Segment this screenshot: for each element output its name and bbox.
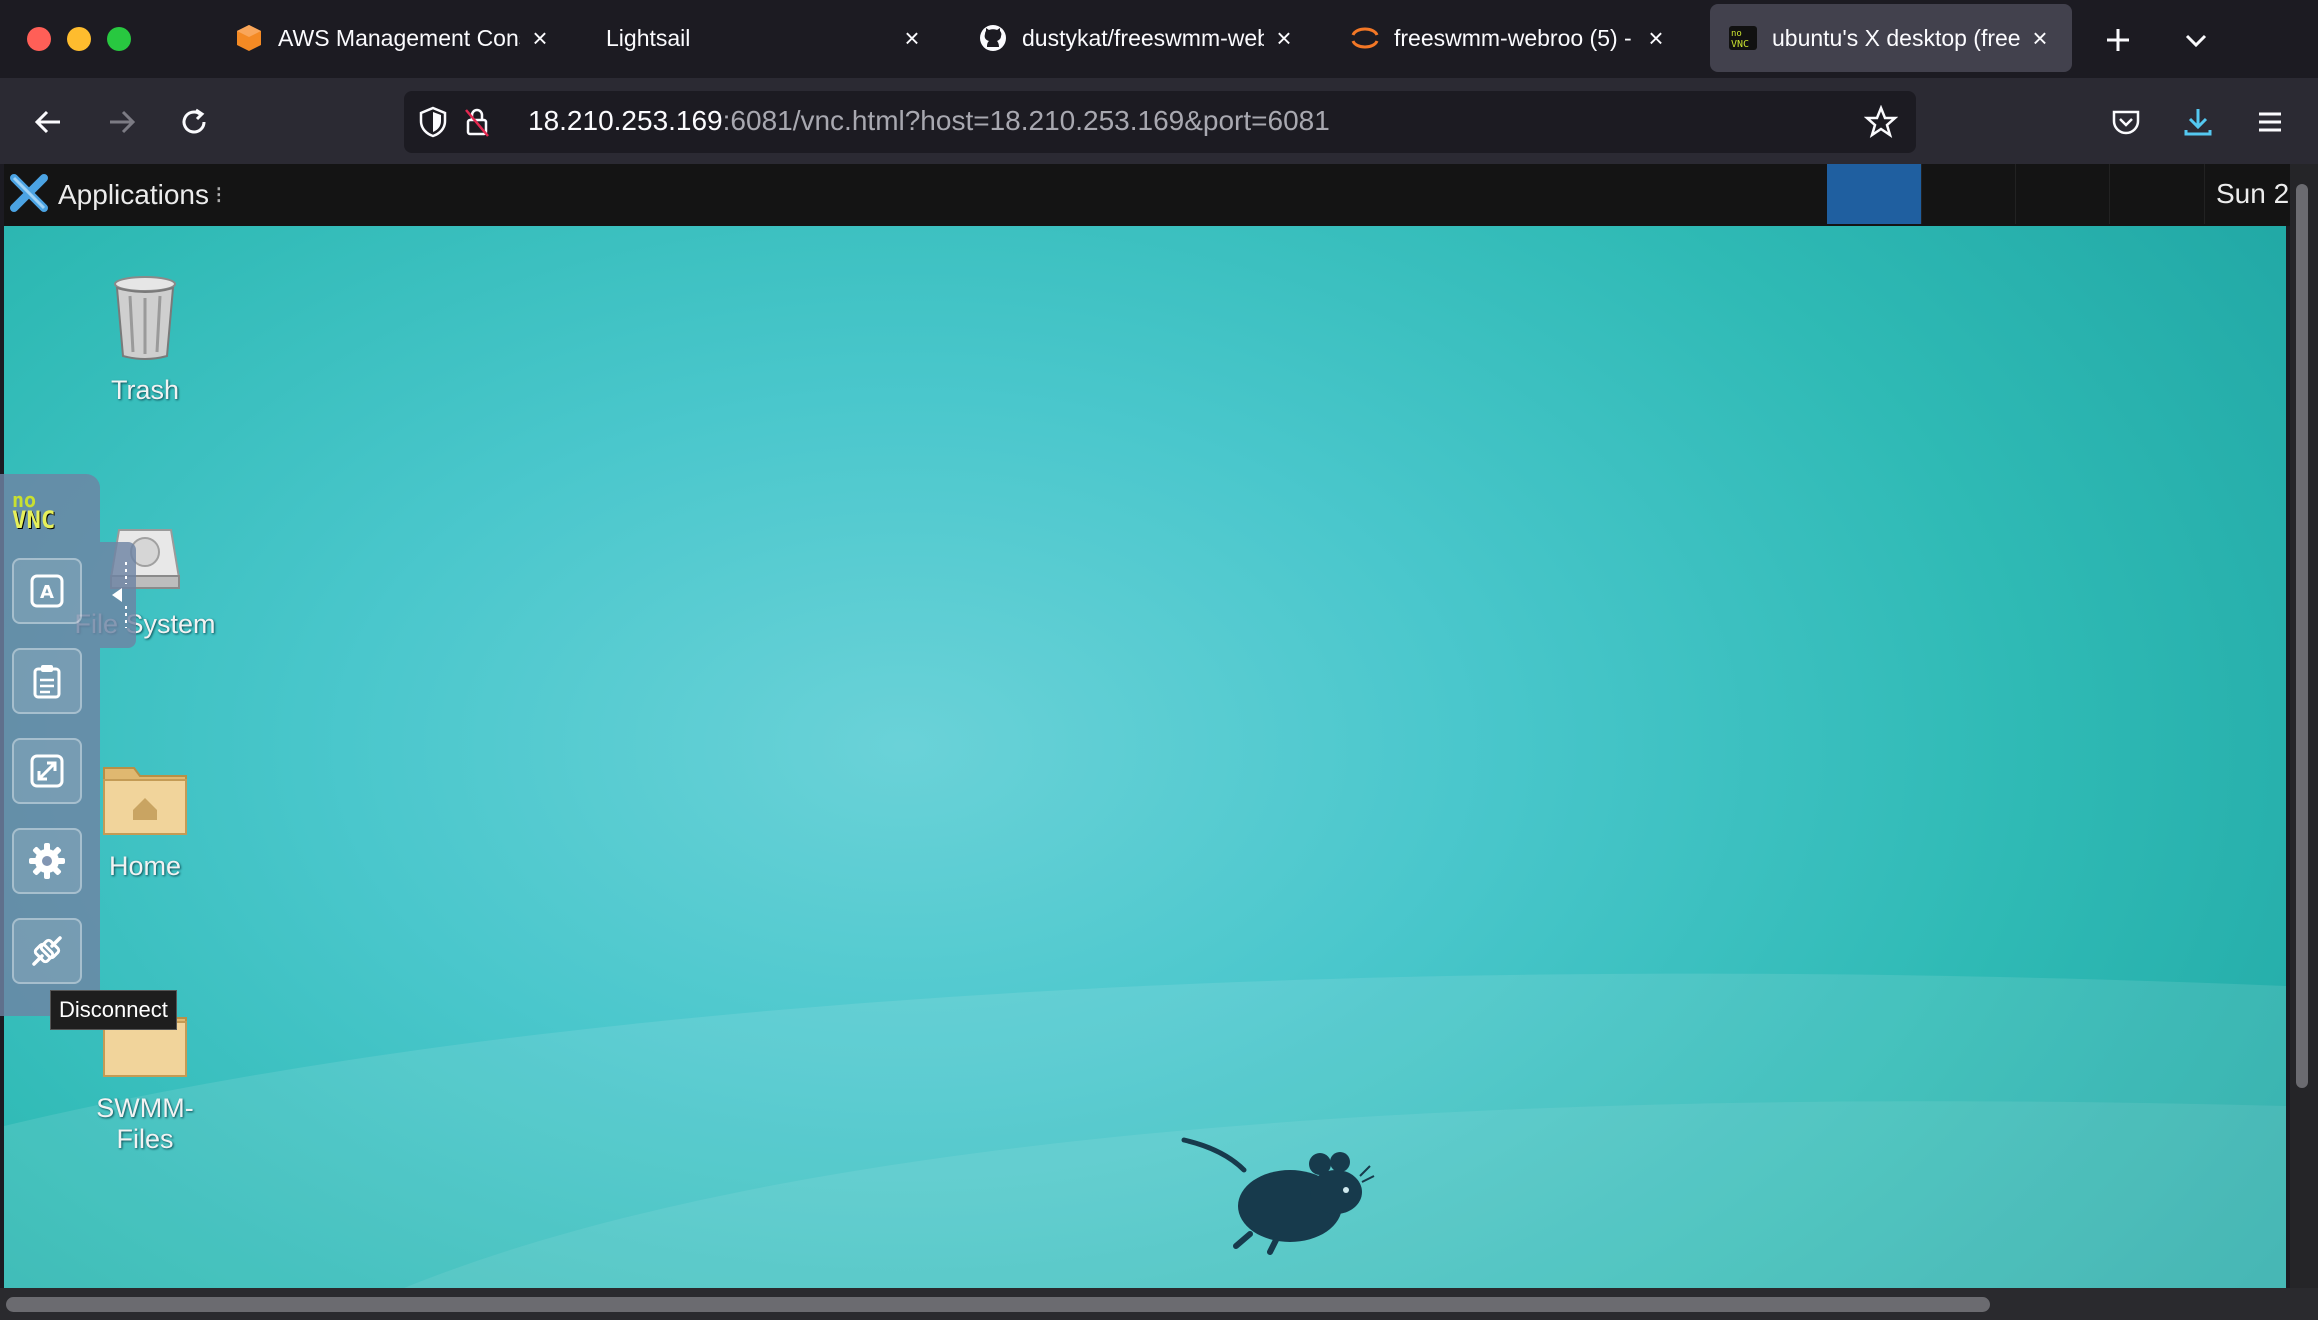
vnc-icon: no VNC bbox=[1728, 23, 1758, 53]
forward-arrow-icon bbox=[110, 110, 136, 134]
url-host: 18.210.253.169 bbox=[528, 105, 723, 136]
tab-lightsail[interactable]: Lightsail × bbox=[588, 4, 944, 72]
workspace-4[interactable] bbox=[2109, 164, 2205, 224]
shield-icon[interactable] bbox=[418, 106, 448, 143]
tab-title: ubuntu's X desktop (freeswmm) bbox=[1772, 24, 2020, 51]
desktop-icon-trash[interactable]: Trash bbox=[70, 274, 220, 406]
aws-cube-icon bbox=[234, 23, 264, 53]
back-arrow-icon bbox=[34, 110, 60, 134]
workspace-3[interactable] bbox=[2015, 164, 2110, 224]
bookmark-star-icon[interactable] bbox=[1863, 104, 1899, 144]
xfce-panel: Applications ⁝ Sun 2 bbox=[4, 164, 2290, 226]
desktop[interactable]: Trash File System Home SWMM-Files bbox=[4, 226, 2286, 1288]
window-minimize-button[interactable] bbox=[67, 27, 91, 51]
hamburger-menu-icon bbox=[2259, 112, 2281, 132]
close-icon[interactable]: × bbox=[1642, 23, 1670, 53]
desktop-icon-label: SWMM-Files bbox=[96, 1093, 194, 1154]
vertical-scrollbar[interactable] bbox=[2290, 164, 2318, 1288]
new-tab-button[interactable] bbox=[2098, 20, 2138, 60]
gear-icon bbox=[29, 843, 65, 879]
forward-button[interactable] bbox=[98, 98, 146, 146]
panel-separator-handle: ⁝ bbox=[214, 181, 223, 209]
pocket-icon bbox=[2112, 110, 2140, 135]
keyboard-key-icon: A bbox=[30, 574, 64, 608]
tab-aws-console[interactable]: AWS Management Console × bbox=[216, 4, 572, 72]
back-button[interactable] bbox=[24, 98, 72, 146]
vertical-scrollbar-thumb[interactable] bbox=[2296, 184, 2308, 1088]
app-menu-button[interactable] bbox=[2246, 98, 2294, 146]
download-icon bbox=[2184, 109, 2212, 136]
list-all-tabs-button[interactable] bbox=[2176, 20, 2216, 60]
tab-title: dustykat/freeswmm-webroot bbox=[1022, 24, 1264, 51]
svg-text:A: A bbox=[40, 582, 54, 603]
novnc-settings-button[interactable] bbox=[12, 828, 82, 894]
fullscreen-icon bbox=[30, 754, 64, 788]
disconnect-tooltip: Disconnect bbox=[50, 990, 177, 1030]
url-bar[interactable]: 18.210.253.169:6081/vnc.html?host=18.210… bbox=[404, 91, 1916, 153]
jupyter-icon bbox=[1350, 23, 1380, 53]
close-icon[interactable]: × bbox=[2026, 23, 2054, 53]
novnc-control-bar: no VNC A bbox=[0, 474, 100, 1016]
workspace-1[interactable] bbox=[1827, 164, 1921, 224]
downloads-button[interactable] bbox=[2174, 98, 2222, 146]
close-icon[interactable]: × bbox=[898, 23, 926, 53]
svg-text:no: no bbox=[1731, 29, 1742, 39]
clock[interactable]: Sun 2 bbox=[2216, 178, 2289, 210]
trash-icon bbox=[114, 276, 176, 360]
workspace-2[interactable] bbox=[1921, 164, 2016, 224]
window-zoom-button[interactable] bbox=[107, 27, 131, 51]
github-icon bbox=[978, 23, 1008, 53]
tab-title: Lightsail bbox=[606, 24, 691, 51]
applications-label: Applications bbox=[58, 179, 209, 210]
applications-menu-button[interactable]: Applications ⁝ bbox=[8, 172, 223, 219]
disconnect-plug-icon bbox=[32, 936, 62, 966]
pocket-button[interactable] bbox=[2102, 98, 2150, 146]
novnc-control-bar-handle[interactable] bbox=[100, 542, 136, 648]
tab-jupyter[interactable]: freeswmm-webroo (5) - Jupyter × bbox=[1332, 4, 1688, 72]
tab-strip: AWS Management Console × Lightsail × dus… bbox=[0, 0, 2318, 78]
novnc-disconnect-button[interactable] bbox=[12, 918, 82, 984]
navigation-toolbar: 18.210.253.169:6081/vnc.html?host=18.210… bbox=[0, 78, 2318, 164]
horizontal-scrollbar-thumb[interactable] bbox=[6, 1297, 1990, 1312]
collapse-arrow-icon bbox=[112, 562, 127, 628]
novnc-keyboard-button[interactable]: A bbox=[12, 558, 82, 624]
horizontal-scrollbar[interactable] bbox=[0, 1288, 2318, 1320]
url-path: :6081/vnc.html?host=18.210.253.169&port=… bbox=[722, 105, 1330, 136]
close-icon[interactable]: × bbox=[526, 23, 554, 53]
xfce-x-icon bbox=[8, 172, 50, 219]
reload-button[interactable] bbox=[170, 98, 218, 146]
novnc-fullscreen-button[interactable] bbox=[12, 738, 82, 804]
novnc-logo-bottom: VNC bbox=[12, 506, 56, 534]
clipboard-icon bbox=[33, 665, 61, 699]
window-close-button[interactable] bbox=[27, 27, 51, 51]
tab-title: AWS Management Console bbox=[278, 24, 520, 51]
tab-title: freeswmm-webroo (5) - Jupyter bbox=[1394, 24, 1636, 51]
svg-text:VNC: VNC bbox=[1731, 39, 1749, 50]
tab-vnc-desktop[interactable]: noVNC ubuntu's X desktop (freeswmm) × bbox=[1710, 4, 2072, 72]
desktop-icon-label: Trash bbox=[110, 375, 179, 405]
xfce-mouse-logo bbox=[1181, 1137, 1375, 1255]
home-folder-icon bbox=[103, 767, 187, 835]
novnc-logo: no VNC bbox=[12, 490, 56, 534]
novnc-clipboard-button[interactable] bbox=[12, 648, 82, 714]
tab-github[interactable]: dustykat/freeswmm-webroot × bbox=[960, 4, 1316, 72]
wallpaper-swoosh bbox=[4, 973, 2286, 1288]
close-icon[interactable]: × bbox=[1270, 23, 1298, 53]
url-text[interactable]: 18.210.253.169:6081/vnc.html?host=18.210… bbox=[528, 105, 1330, 137]
reload-icon bbox=[182, 108, 206, 134]
insecure-lock-icon[interactable] bbox=[462, 106, 492, 143]
